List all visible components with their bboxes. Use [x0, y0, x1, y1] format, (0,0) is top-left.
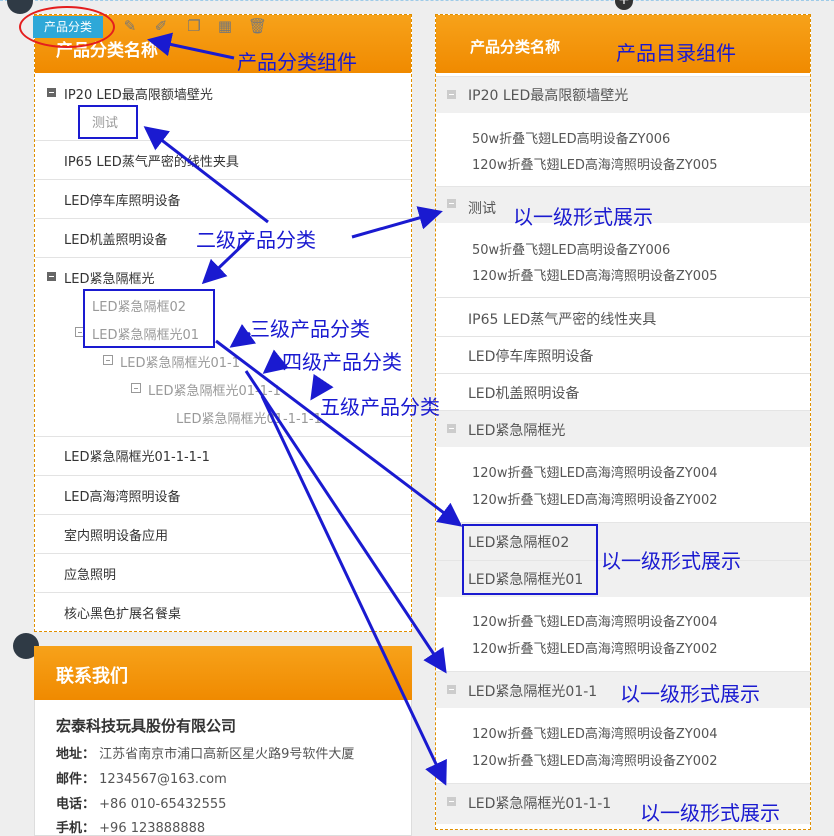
contact-title: 联系我们: [56, 666, 128, 687]
category-marker-icon: [447, 90, 456, 99]
divider: [436, 336, 810, 337]
product-item[interactable]: 120w折叠飞翅LED高海湾照明设备ZY002: [472, 489, 718, 508]
email-label: 邮件：: [56, 772, 96, 787]
category-marker-icon: [447, 685, 456, 694]
divider: [35, 592, 411, 593]
email-value[interactable]: 1234567@163.com: [99, 772, 227, 787]
product-item[interactable]: 120w折叠飞翅LED高海湾照明设备ZY004: [472, 462, 718, 481]
mobile-label: 手机：: [56, 821, 96, 836]
phone-value: +86 010-65432555: [99, 797, 227, 812]
catalog-category[interactable]: LED紧急隔框光01-1-1: [468, 793, 611, 813]
trash-icon[interactable]: 🗑: [248, 17, 267, 35]
annotation-label: 以一级形式展示: [620, 682, 760, 706]
product-item[interactable]: 120w折叠飞翅LED高海湾照明设备ZY005: [472, 265, 718, 284]
catalog-category[interactable]: IP20 LED最高限额墙壁光: [468, 85, 628, 105]
product-item[interactable]: 120w折叠飞翅LED高海湾照明设备ZY002: [472, 750, 718, 769]
edit-icon[interactable]: ✐: [152, 17, 170, 35]
category-marker-icon: [447, 797, 456, 806]
top-dashed-guide: [0, 0, 834, 1]
mobile-value: +96 123888888: [99, 821, 206, 836]
divider: [35, 218, 411, 219]
add-component-button[interactable]: +: [615, 0, 633, 10]
category-item[interactable]: IP65 LED蒸气严密的线性夹具: [64, 151, 239, 170]
divider: [436, 297, 810, 298]
annotation-box: [78, 105, 138, 139]
divider: [436, 373, 810, 374]
annotation-box: [83, 289, 215, 348]
product-item[interactable]: 120w折叠飞翅LED高海湾照明设备ZY004: [472, 723, 718, 742]
annotation-label: 二级产品分类: [196, 228, 316, 252]
catalog-category[interactable]: LED紧急隔框光01-1: [468, 681, 597, 701]
divider: [35, 475, 411, 476]
divider: [35, 179, 411, 180]
product-item[interactable]: 120w折叠飞翅LED高海湾照明设备ZY004: [472, 611, 718, 630]
company-name: 宏泰科技玩具股份有限公司: [56, 717, 237, 735]
catalog-category[interactable]: IP65 LED蒸气严密的线性夹具: [468, 309, 656, 329]
category-item[interactable]: LED停车库照明设备: [64, 190, 180, 209]
category-marker-icon: [447, 199, 456, 208]
divider: [35, 436, 411, 437]
annotation-label: 三级产品分类: [250, 317, 370, 341]
product-item[interactable]: 120w折叠飞翅LED高海湾照明设备ZY005: [472, 154, 718, 173]
divider: [35, 514, 411, 515]
category-item[interactable]: LED紧急隔框光: [64, 268, 154, 287]
subcategory-item[interactable]: LED紧急隔框光01-1-1: [148, 380, 281, 399]
collapse-icon[interactable]: [47, 272, 56, 281]
annotation-label: 五级产品分类: [320, 395, 440, 419]
grid-icon[interactable]: ▦: [216, 17, 234, 35]
category-item[interactable]: LED机盖照明设备: [64, 229, 167, 248]
divider: [35, 140, 411, 141]
phone-label: 电话：: [56, 797, 96, 812]
address-label: 地址：: [56, 747, 96, 762]
collapse-icon[interactable]: [103, 355, 113, 365]
catalog-category[interactable]: LED停车库照明设备: [468, 346, 593, 366]
category-item[interactable]: 室内照明设备应用: [64, 525, 168, 544]
annotation-box: [462, 524, 598, 595]
subcategory-item[interactable]: LED紧急隔框光01-1-1-1: [176, 408, 322, 427]
annotation-label: 以一级形式展示: [513, 205, 653, 229]
category-item[interactable]: LED高海湾照明设备: [64, 486, 180, 505]
drag-handle-top[interactable]: [7, 0, 33, 14]
category-item[interactable]: 核心黑色扩展名餐桌: [64, 603, 181, 622]
panel-title: 产品分类名称: [470, 38, 561, 56]
collapse-icon[interactable]: [131, 383, 141, 393]
catalog-category[interactable]: LED机盖照明设备: [468, 383, 579, 403]
catalog-category[interactable]: LED紧急隔框光: [468, 420, 565, 440]
product-item[interactable]: 50w折叠飞翅LED高明设备ZY006: [472, 239, 670, 258]
copy-icon[interactable]: ❐: [185, 17, 203, 35]
annotation-label: 以一级形式展示: [640, 801, 780, 825]
wrench-icon[interactable]: ✎: [121, 17, 139, 35]
annotation-label: 以一级形式展示: [601, 549, 741, 573]
address-value: 江苏省南京市浦口高新区星火路9号软件大厦: [99, 747, 355, 762]
category-marker-icon: [447, 424, 456, 433]
category-item[interactable]: 应急照明: [64, 564, 116, 583]
divider: [35, 257, 411, 258]
category-item[interactable]: IP20 LED最高限额墙壁光: [64, 84, 213, 103]
divider: [35, 553, 411, 554]
product-item[interactable]: 50w折叠飞翅LED高明设备ZY006: [472, 128, 670, 147]
annotation-label: 四级产品分类: [282, 350, 402, 374]
collapse-icon[interactable]: [47, 88, 56, 97]
annotation-label: 产品目录组件: [616, 41, 736, 65]
subcategory-item[interactable]: LED紧急隔框光01-1: [120, 352, 240, 371]
catalog-category[interactable]: 测试: [468, 198, 496, 218]
category-item[interactable]: LED紧急隔框光01-1-1-1: [64, 446, 210, 465]
highlight-oval: [19, 6, 115, 48]
annotation-label: 产品分类组件: [237, 50, 357, 74]
product-item[interactable]: 120w折叠飞翅LED高海湾照明设备ZY002: [472, 638, 718, 657]
